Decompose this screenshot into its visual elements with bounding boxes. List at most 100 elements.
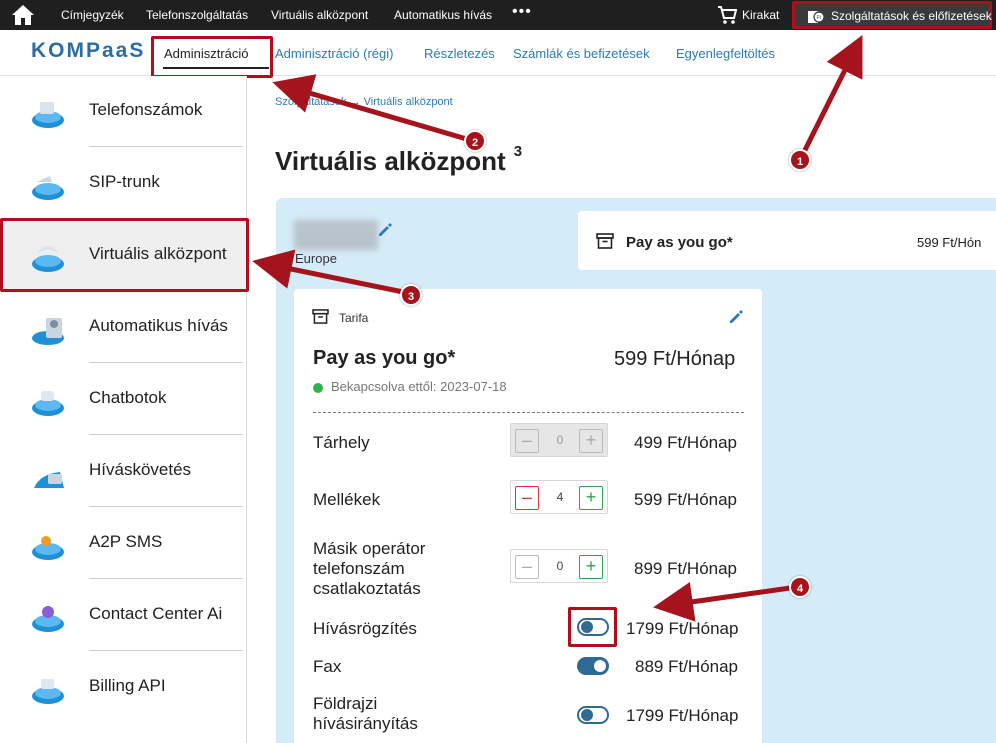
- nav-telefonszolgaltatas[interactable]: Telefonszolgáltatás: [146, 8, 248, 22]
- sidebar-item-label: A2P SMS: [89, 532, 163, 551]
- annotation-badge-2: 2: [464, 130, 486, 152]
- option-label-tarhely: Tárhely: [313, 433, 370, 452]
- divider: [89, 362, 243, 363]
- divider-dashed: [313, 412, 744, 413]
- sip-cloud-icon: [32, 176, 64, 200]
- increment-button[interactable]: +: [579, 486, 603, 510]
- blurred-pbx-name: [294, 220, 378, 250]
- highlight-hivasrogzites-toggle: [568, 607, 617, 647]
- highlight-virtualis-alkozpont: [0, 218, 249, 292]
- option-label-mellekek: Mellékek: [313, 490, 381, 509]
- sidebar-item-billing-api[interactable]: Billing API: [0, 652, 247, 724]
- sidebar-item-chatbotok[interactable]: Chatbotok: [0, 364, 247, 436]
- sidebar-item-hivaskovetes[interactable]: Híváskövetés: [0, 436, 247, 508]
- phone-cloud-icon: [32, 102, 64, 128]
- divider: [89, 146, 243, 147]
- sms-cloud-icon: [32, 536, 64, 560]
- subscriptions-label: Szolgáltatások és előfizetések: [831, 9, 992, 23]
- stepper-value: 0: [556, 559, 564, 573]
- plan-summary-strip[interactable]: Pay as you go* 599 Ft/Hón: [578, 211, 996, 270]
- stepper-tarhely[interactable]: – 0 +: [510, 423, 608, 457]
- tab-szamlak[interactable]: Számlák és befizetések: [513, 46, 650, 61]
- tariff-card: Tarifa Pay as you go* 599 Ft/Hónap Bekap…: [294, 289, 762, 743]
- cart-label[interactable]: Kirakat: [742, 8, 779, 22]
- nav-cimjegyzek[interactable]: Címjegyzék: [61, 8, 124, 22]
- decrement-button[interactable]: –: [515, 555, 539, 579]
- toggle-knob: [594, 660, 606, 672]
- more-menu-icon[interactable]: •••: [512, 3, 532, 21]
- highlight-adminisztracio: [151, 36, 273, 78]
- status-active-dot: [313, 383, 323, 393]
- status-text: Bekapcsolva ettől: 2023-07-18: [331, 379, 507, 394]
- sidebar-item-a2p-sms[interactable]: A2P SMS: [0, 508, 247, 580]
- decrement-button[interactable]: –: [515, 486, 539, 510]
- sidebar-item-contact-center-ai[interactable]: Contact Center Ai: [0, 580, 247, 652]
- plan-strip-name: Pay as you go*: [626, 234, 733, 251]
- option-price-fax: 889 Ft/Hónap: [635, 657, 739, 676]
- option-price-hivasrogzites: 1799 Ft/Hónap: [626, 619, 739, 638]
- annotation-badge-3: 3: [400, 284, 422, 306]
- increment-button[interactable]: +: [579, 555, 603, 579]
- sidebar-item-label: Automatikus hívás: [89, 316, 228, 335]
- tab-adminisztracio-regi[interactable]: Adminisztráció (régi): [275, 46, 393, 61]
- tab-reszletezes[interactable]: Részletezés: [424, 46, 495, 61]
- page-title-count: 3: [513, 143, 523, 161]
- divider: [89, 506, 243, 507]
- plan-strip-price: 599 Ft/Hón: [917, 235, 982, 250]
- auto-call-icon: [32, 318, 64, 345]
- subscriptions-button[interactable]: Ft Szolgáltatások és előfizetések: [792, 1, 992, 29]
- tarifa-label: Tarifa: [339, 311, 369, 325]
- sidebar-item-label: Híváskövetés: [89, 460, 192, 479]
- cart-icon[interactable]: [717, 5, 737, 25]
- increment-button[interactable]: +: [579, 429, 603, 453]
- billing-api-icon: [32, 679, 64, 704]
- nav-virtualis-alkozpont[interactable]: Virtuális alközpont: [271, 8, 368, 22]
- sidebar-item-label: SIP-trunk: [89, 172, 160, 191]
- sidebar-item-sip-trunk[interactable]: SIP-trunk: [0, 148, 247, 220]
- divider: [89, 578, 243, 579]
- nav-automatikus-hivas[interactable]: Automatikus hívás: [394, 8, 492, 22]
- plan-name: Pay as you go*: [313, 347, 456, 369]
- stepper-value: 0: [556, 433, 564, 447]
- sidebar-item-telefonszamok[interactable]: Telefonszámok: [0, 76, 247, 148]
- toggle-foldrajzi[interactable]: [577, 706, 609, 724]
- archive-box-icon: [312, 309, 329, 324]
- sidebar-item-label: Telefonszámok: [89, 100, 203, 119]
- region-label: Europe: [295, 251, 337, 266]
- stepper-mellekek[interactable]: – 4 +: [510, 480, 608, 514]
- plan-price: 599 Ft/Hónap: [614, 348, 736, 370]
- tab-egyenlegfeltoltes[interactable]: Egyenlegfeltöltés: [676, 46, 775, 61]
- page-title: Virtuális alközpont 3: [275, 143, 523, 177]
- top-bar: Címjegyzék Telefonszolgáltatás Virtuális…: [0, 0, 996, 30]
- stepper-value: 4: [556, 490, 564, 504]
- contact-center-icon: [32, 606, 64, 632]
- sidebar: Telefonszámok SIP-trunk Virtuális alközp…: [0, 76, 247, 743]
- call-tracking-icon: [34, 472, 64, 488]
- option-label-masik-operator: Másik operátor telefonszám csatlakoztatá…: [313, 539, 426, 598]
- secondary-nav: KOMPaaS Adminisztráció Adminisztráció (r…: [0, 30, 996, 76]
- divider: [89, 650, 243, 651]
- option-price-mellekek: 599 Ft/Hónap: [634, 490, 738, 509]
- edit-tariff-pencil-icon[interactable]: [728, 309, 744, 325]
- subscription-icon: Ft: [808, 11, 825, 23]
- toggle-knob: [581, 709, 593, 721]
- option-label-fax: Fax: [313, 657, 342, 676]
- stepper-masik-operator[interactable]: – 0 +: [510, 549, 608, 583]
- archive-box-icon: [596, 233, 614, 249]
- kompaas-logo[interactable]: KOMPaaS: [31, 39, 145, 63]
- option-price-masik-operator: 899 Ft/Hónap: [634, 559, 738, 578]
- sidebar-item-label: Billing API: [89, 676, 166, 695]
- home-icon[interactable]: [11, 4, 35, 26]
- sidebar-item-automatikus-hivas[interactable]: Automatikus hívás: [0, 292, 247, 364]
- decrement-button[interactable]: –: [515, 429, 539, 453]
- annotation-badge-1: 1: [789, 149, 811, 171]
- edit-name-pencil-icon[interactable]: [377, 222, 393, 238]
- option-price-tarhely: 499 Ft/Hónap: [634, 433, 738, 452]
- annotation-badge-4: 4: [789, 576, 811, 598]
- sidebar-item-label: Chatbotok: [89, 388, 167, 407]
- breadcrumb[interactable]: Szolgáltatások → Virtuális alközpont: [275, 96, 453, 108]
- option-label-hivasrogzites: Hívásrögzítés: [313, 619, 417, 638]
- toggle-fax[interactable]: [577, 657, 609, 675]
- svg-text:Ft: Ft: [817, 15, 822, 21]
- option-label-foldrajzi: Földrajzi hívásirányítás: [313, 694, 418, 733]
